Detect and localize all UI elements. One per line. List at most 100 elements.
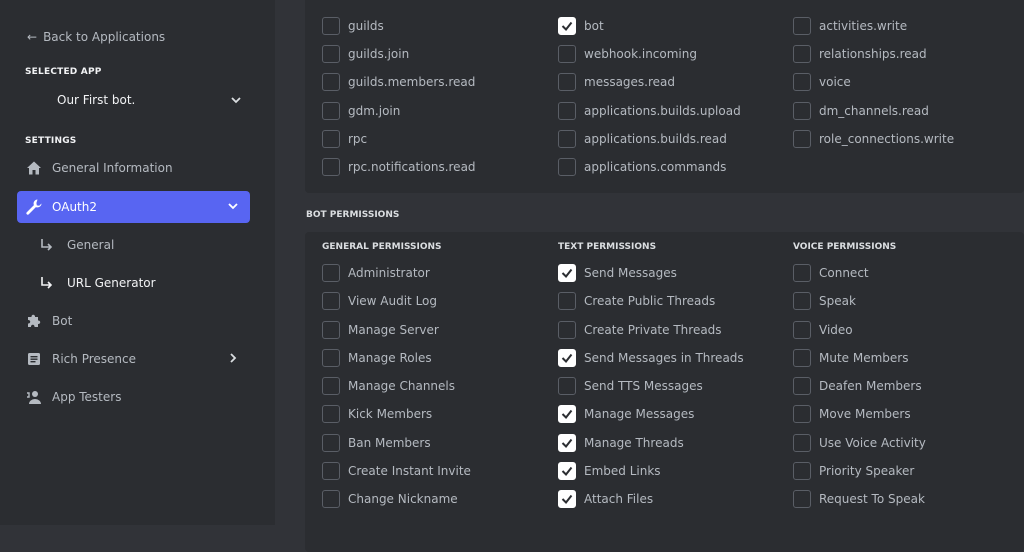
scope-checkbox-messages-read[interactable]: messages.read [558, 72, 675, 92]
permission-checkbox-connect[interactable]: Connect [793, 263, 869, 283]
scope-checkbox-guilds-join[interactable]: guilds.join [322, 44, 409, 64]
scope-checkbox-relationships-read[interactable]: relationships.read [793, 44, 927, 64]
scope-checkbox-role-connections-write[interactable]: role_connections.write [793, 129, 954, 149]
permission-checkbox-manage-roles[interactable]: Manage Roles [322, 348, 432, 368]
sidebar-item-rich-presence[interactable]: Rich Presence [17, 343, 250, 375]
checkbox-box[interactable] [322, 17, 340, 35]
checkbox-box[interactable] [322, 490, 340, 508]
checkbox-box[interactable] [322, 158, 340, 176]
permission-checkbox-use-voice-activity[interactable]: Use Voice Activity [793, 433, 926, 453]
checkbox-box[interactable] [322, 377, 340, 395]
checkbox-box[interactable] [793, 320, 811, 339]
checkbox-box[interactable] [322, 320, 340, 339]
permission-checkbox-create-instant-invite[interactable]: Create Instant Invite [322, 461, 471, 481]
checkbox-box[interactable] [558, 348, 576, 367]
scope-checkbox-rpc[interactable]: rpc [322, 129, 367, 149]
checkbox-box[interactable] [558, 433, 576, 452]
permission-checkbox-speak[interactable]: Speak [793, 291, 856, 311]
permission-checkbox-move-members[interactable]: Move Members [793, 404, 911, 424]
checkbox-box[interactable] [793, 461, 811, 480]
permission-checkbox-create-private-threads[interactable]: Create Private Threads [558, 320, 722, 340]
permission-checkbox-create-public-threads[interactable]: Create Public Threads [558, 291, 715, 311]
checkbox-box[interactable] [793, 433, 811, 452]
checkbox-box[interactable] [558, 490, 576, 508]
permission-checkbox-embed-links[interactable]: Embed Links [558, 461, 661, 481]
permission-checkbox-send-messages[interactable]: Send Messages [558, 263, 677, 283]
checkbox-box[interactable] [322, 45, 340, 63]
checkbox-box[interactable] [322, 292, 340, 311]
app-selector[interactable]: Our First bot. [57, 91, 243, 109]
checkbox-box[interactable] [558, 73, 576, 91]
permission-checkbox-manage-messages[interactable]: Manage Messages [558, 404, 694, 424]
scope-checkbox-activities-write[interactable]: activities.write [793, 16, 907, 36]
scope-checkbox-dm-channels-read[interactable]: dm_channels.read [793, 101, 929, 121]
sidebar-subitem-label: General [67, 238, 115, 252]
checkbox-box[interactable] [793, 17, 811, 35]
permission-checkbox-request-to-speak[interactable]: Request To Speak [793, 489, 925, 509]
permission-checkbox-attach-files[interactable]: Attach Files [558, 489, 653, 509]
permission-checkbox-priority-speaker[interactable]: Priority Speaker [793, 461, 914, 481]
checkbox-box[interactable] [793, 405, 811, 424]
checkbox-box[interactable] [558, 264, 576, 282]
checkbox-box[interactable] [793, 73, 811, 91]
scope-checkbox-applications-builds-upload[interactable]: applications.builds.upload [558, 101, 741, 121]
checkbox-box[interactable] [793, 102, 811, 120]
scope-checkbox-guilds[interactable]: guilds [322, 16, 384, 36]
checkbox-box[interactable] [558, 102, 576, 120]
checkbox-box[interactable] [793, 292, 811, 311]
sidebar-subitem-general[interactable]: General [38, 234, 114, 256]
checkbox-box[interactable] [793, 348, 811, 367]
checkbox-box[interactable] [793, 490, 811, 508]
checkbox-box[interactable] [558, 461, 576, 480]
checkbox-box[interactable] [558, 405, 576, 424]
checkbox-box[interactable] [322, 73, 340, 91]
sidebar-item-app-testers[interactable]: App Testers [17, 381, 250, 413]
checkbox-box[interactable] [793, 264, 811, 282]
permission-checkbox-send-tts-messages[interactable]: Send TTS Messages [558, 376, 703, 396]
sidebar-item-general-information[interactable]: General Information [17, 152, 250, 184]
permission-checkbox-send-messages-in-threads[interactable]: Send Messages in Threads [558, 348, 744, 368]
checkbox-box[interactable] [558, 130, 576, 148]
permission-checkbox-ban-members[interactable]: Ban Members [322, 433, 431, 453]
scope-checkbox-rpc-notifications-read[interactable]: rpc.notifications.read [322, 157, 476, 177]
voice-permissions-header: VOICE PERMISSIONS [793, 242, 897, 252]
checkbox-box[interactable] [322, 348, 340, 367]
permission-checkbox-deafen-members[interactable]: Deafen Members [793, 376, 922, 396]
checkbox-box[interactable] [558, 17, 576, 35]
checkbox-box[interactable] [558, 377, 576, 395]
scope-checkbox-webhook-incoming[interactable]: webhook.incoming [558, 44, 697, 64]
checkbox-box[interactable] [322, 102, 340, 120]
checkbox-box[interactable] [558, 158, 576, 176]
permission-checkbox-kick-members[interactable]: Kick Members [322, 404, 432, 424]
permission-checkbox-administrator[interactable]: Administrator [322, 263, 430, 283]
scope-checkbox-gdm-join[interactable]: gdm.join [322, 101, 400, 121]
checkbox-box[interactable] [793, 377, 811, 395]
checkbox-box[interactable] [793, 130, 811, 148]
permission-checkbox-mute-members[interactable]: Mute Members [793, 348, 908, 368]
permission-checkbox-change-nickname[interactable]: Change Nickname [322, 489, 458, 509]
scope-checkbox-guilds-members-read[interactable]: guilds.members.read [322, 72, 475, 92]
permission-checkbox-manage-channels[interactable]: Manage Channels [322, 376, 455, 396]
checkbox-box[interactable] [793, 45, 811, 63]
permission-checkbox-video[interactable]: Video [793, 320, 853, 340]
checkbox-box[interactable] [322, 130, 340, 148]
checkbox-box[interactable] [558, 292, 576, 311]
checkbox-box[interactable] [558, 320, 576, 339]
scope-checkbox-applications-builds-read[interactable]: applications.builds.read [558, 129, 727, 149]
back-to-applications-link[interactable]: ← Back to Applications [27, 30, 165, 44]
sidebar-item-bot[interactable]: Bot [17, 305, 250, 337]
checkbox-box[interactable] [558, 45, 576, 63]
checkbox-box[interactable] [322, 264, 340, 282]
permission-checkbox-manage-threads[interactable]: Manage Threads [558, 433, 684, 453]
checkbox-label: Attach Files [584, 492, 654, 506]
scope-checkbox-applications-commands[interactable]: applications.commands [558, 157, 726, 177]
permission-checkbox-view-audit-log[interactable]: View Audit Log [322, 291, 437, 311]
scope-checkbox-bot[interactable]: bot [558, 16, 604, 36]
sidebar-item-oauth2[interactable]: OAuth2 [17, 191, 250, 223]
permission-checkbox-manage-server[interactable]: Manage Server [322, 320, 439, 340]
sidebar-subitem-url-generator[interactable]: URL Generator [38, 272, 156, 294]
checkbox-box[interactable] [322, 461, 340, 480]
checkbox-box[interactable] [322, 405, 340, 424]
checkbox-box[interactable] [322, 433, 340, 452]
scope-checkbox-voice[interactable]: voice [793, 72, 851, 92]
